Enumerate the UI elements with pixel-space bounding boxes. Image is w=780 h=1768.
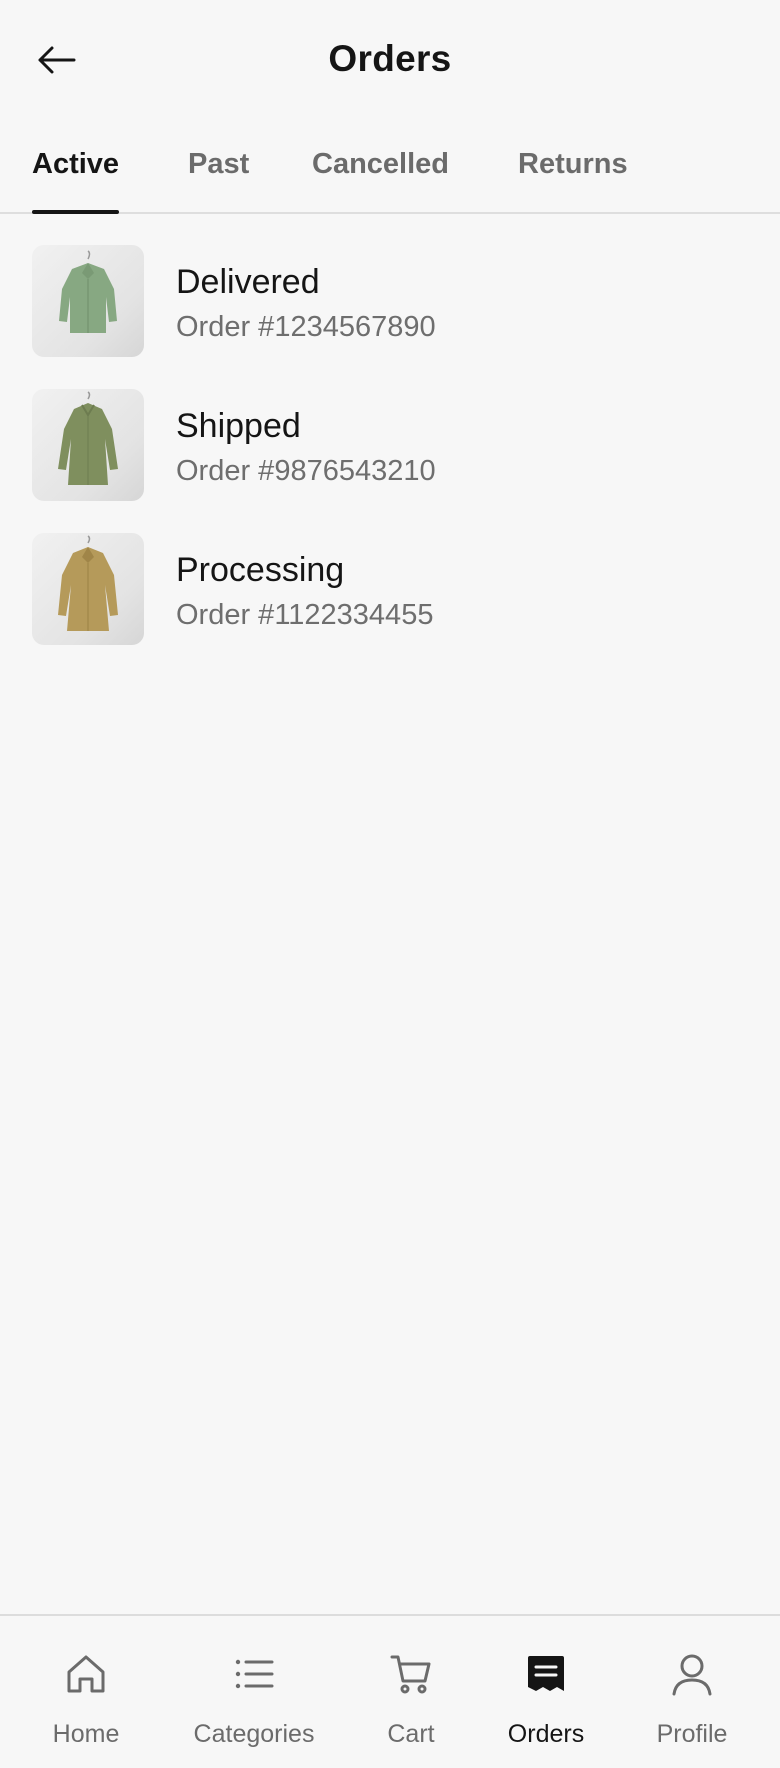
- tab-label: Past: [188, 148, 250, 180]
- active-tab-indicator: [32, 210, 120, 214]
- receipt-icon: [524, 1652, 568, 1696]
- tab-active[interactable]: Active: [32, 148, 120, 214]
- nav-categories[interactable]: Categories: [179, 1616, 329, 1768]
- order-row[interactable]: Processing Order #1122334455: [0, 533, 780, 647]
- tab-past[interactable]: Past: [188, 148, 249, 212]
- olive-tunic-thumbnail: [32, 389, 144, 501]
- nav-cart[interactable]: Cart: [336, 1616, 486, 1768]
- tab-label: Returns: [518, 148, 628, 180]
- home-icon: [64, 1652, 108, 1696]
- order-number: Order #9876543210: [176, 455, 436, 487]
- bottom-navigation: Home Categories Cart Orders Profile: [0, 1614, 780, 1768]
- nav-home[interactable]: Home: [11, 1616, 161, 1768]
- nav-label: Profile: [656, 1720, 728, 1748]
- nav-label: Home: [52, 1720, 120, 1748]
- order-number: Order #1234567890: [176, 311, 436, 343]
- tab-label: Active: [32, 148, 120, 180]
- order-status: Delivered: [176, 263, 320, 301]
- nav-label: Orders: [507, 1720, 585, 1748]
- green-shirt-thumbnail: [32, 245, 144, 357]
- list-icon: [232, 1652, 276, 1696]
- order-row[interactable]: Delivered Order #1234567890: [0, 245, 780, 359]
- tan-blouse-thumbnail: [32, 533, 144, 645]
- order-tabs: Active Past Cancelled Returns: [0, 140, 780, 214]
- nav-orders[interactable]: Orders: [471, 1616, 621, 1768]
- tab-label: Cancelled: [312, 148, 449, 180]
- cart-icon: [389, 1652, 433, 1696]
- nav-label: Cart: [387, 1720, 435, 1748]
- tab-cancelled[interactable]: Cancelled: [312, 148, 449, 212]
- order-number: Order #1122334455: [176, 599, 434, 631]
- person-icon: [670, 1652, 714, 1696]
- tab-returns[interactable]: Returns: [518, 148, 628, 212]
- order-row[interactable]: Shipped Order #9876543210: [0, 389, 780, 503]
- app-header: Orders: [0, 0, 780, 120]
- nav-profile[interactable]: Profile: [617, 1616, 767, 1768]
- page-title: Orders: [328, 38, 452, 79]
- order-status: Shipped: [176, 407, 301, 445]
- nav-label: Categories: [193, 1720, 315, 1748]
- order-status: Processing: [176, 551, 345, 589]
